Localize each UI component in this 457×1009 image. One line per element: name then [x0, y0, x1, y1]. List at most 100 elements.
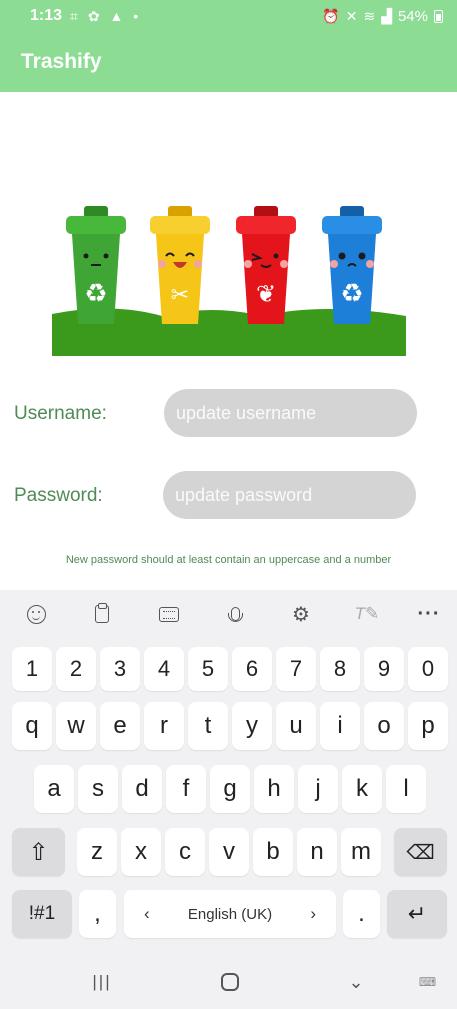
recents-icon: ||| — [92, 972, 112, 991]
password-input[interactable] — [163, 471, 416, 519]
key-j[interactable]: j — [298, 765, 338, 813]
backspace-icon: ⌫ — [406, 841, 435, 864]
bin-cheek — [330, 260, 338, 268]
bin-eye — [338, 252, 346, 260]
key-d[interactable]: d — [122, 765, 162, 813]
key-b[interactable]: b — [253, 828, 293, 876]
emoji-button[interactable] — [21, 600, 51, 628]
clipboard-button[interactable] — [87, 600, 117, 628]
key-r[interactable]: r — [144, 702, 184, 750]
bin-eye — [83, 253, 89, 259]
keyboard-mode-button[interactable] — [154, 600, 184, 628]
handwriting-button[interactable]: T✎ — [352, 600, 382, 628]
screenshot-icon: ⌗ — [70, 7, 81, 24]
key-6[interactable]: 6 — [232, 647, 272, 691]
bin-lid — [322, 216, 382, 234]
recycle-arrows-icon: ♻ — [340, 279, 363, 309]
key-x[interactable]: x — [121, 828, 161, 876]
key-h[interactable]: h — [254, 765, 294, 813]
alarm-icon: ⏰ — [322, 7, 340, 24]
username-input[interactable] — [164, 389, 417, 437]
more-icon: ··· — [417, 602, 441, 625]
key-c[interactable]: c — [165, 828, 205, 876]
key-3[interactable]: 3 — [100, 647, 140, 691]
keyboard-switch-icon: ⌨ — [418, 975, 438, 989]
key-0[interactable]: 0 — [408, 647, 448, 691]
soft-keyboard: ⚙ T✎ ··· 1 2 3 4 5 6 7 8 9 0 q w e r t y… — [0, 590, 457, 954]
key-a[interactable]: a — [34, 765, 74, 813]
wifi-icon: ≋ — [363, 7, 376, 24]
key-g[interactable]: g — [210, 765, 250, 813]
dot-icon: • — [133, 7, 142, 24]
key-z[interactable]: z — [77, 828, 117, 876]
key-4[interactable]: 4 — [144, 647, 184, 691]
key-w[interactable]: w — [56, 702, 96, 750]
handwriting-icon: T✎ — [354, 604, 380, 623]
gesture-icon: ✿ — [87, 7, 103, 24]
recents-button[interactable]: ||| — [82, 968, 122, 996]
key-p[interactable]: p — [408, 702, 448, 750]
bin-cheek — [158, 260, 166, 268]
space-key[interactable]: ‹ English (UK) › — [124, 890, 336, 938]
more-options-button[interactable]: ··· — [414, 600, 444, 628]
utensils-icon: ✂ — [171, 283, 189, 308]
period-key[interactable]: . — [343, 890, 380, 938]
key-s[interactable]: s — [78, 765, 118, 813]
home-button[interactable] — [210, 968, 250, 996]
key-7[interactable]: 7 — [276, 647, 316, 691]
voice-input-button[interactable] — [220, 600, 250, 628]
leaf-icon: ❦ — [256, 280, 276, 308]
status-time: 1:13 — [30, 7, 63, 24]
bin-eye — [103, 253, 109, 259]
enter-key[interactable]: ↵ — [387, 890, 447, 938]
key-8[interactable]: 8 — [320, 647, 360, 691]
bin-body — [242, 234, 290, 324]
signal-icon: ▟ — [381, 7, 392, 24]
key-o[interactable]: o — [364, 702, 404, 750]
status-notification-icons: ⌗ ✿ ▲ • — [70, 8, 141, 25]
key-y[interactable]: y — [232, 702, 272, 750]
username-label: Username: — [14, 403, 107, 424]
app-title: Trashify — [21, 50, 102, 73]
keyboard-settings-button[interactable]: ⚙ — [286, 600, 316, 628]
key-u[interactable]: u — [276, 702, 316, 750]
key-2[interactable]: 2 — [56, 647, 96, 691]
password-label: Password: — [14, 485, 103, 506]
password-hint: New password should at least contain an … — [65, 554, 392, 566]
battery-percentage: 54% — [397, 7, 428, 25]
key-e[interactable]: e — [100, 702, 140, 750]
shift-icon: ⇧ — [28, 838, 49, 866]
comma-key[interactable]: , — [79, 890, 116, 938]
key-9[interactable]: 9 — [364, 647, 404, 691]
bin-eye — [273, 253, 279, 259]
bin-lid — [236, 216, 296, 234]
backspace-key[interactable]: ⌫ — [394, 828, 447, 876]
bin-cheek — [244, 260, 252, 268]
key-n[interactable]: n — [297, 828, 337, 876]
trash-bins-illustration: ♻ ✂ ❦ ♻ — [52, 204, 406, 356]
bin-cheek — [194, 260, 202, 268]
home-icon — [221, 973, 239, 991]
key-k[interactable]: k — [342, 765, 382, 813]
keyboard-icon — [159, 606, 179, 622]
key-5[interactable]: 5 — [188, 647, 228, 691]
cursor-left-icon: ‹ — [144, 904, 150, 923]
emoji-icon — [26, 604, 46, 624]
key-t[interactable]: t — [188, 702, 228, 750]
app-bar: Trashify — [0, 32, 457, 92]
bin-lid — [150, 216, 210, 234]
key-m[interactable]: m — [341, 828, 381, 876]
shift-key[interactable]: ⇧ — [12, 828, 65, 876]
key-1[interactable]: 1 — [12, 647, 52, 691]
key-f[interactable]: f — [166, 765, 206, 813]
key-l[interactable]: l — [386, 765, 426, 813]
keyboard-switch-button[interactable]: ⌨ — [408, 968, 448, 996]
key-i[interactable]: i — [320, 702, 360, 750]
symbols-key[interactable]: !#1 — [12, 890, 72, 938]
clipboard-icon — [95, 603, 109, 623]
key-v[interactable]: v — [209, 828, 249, 876]
key-q[interactable]: q — [12, 702, 52, 750]
cursor-right-icon: › — [310, 904, 316, 923]
back-button[interactable]: ⌄ — [336, 968, 376, 996]
enter-icon: ↵ — [407, 901, 427, 926]
